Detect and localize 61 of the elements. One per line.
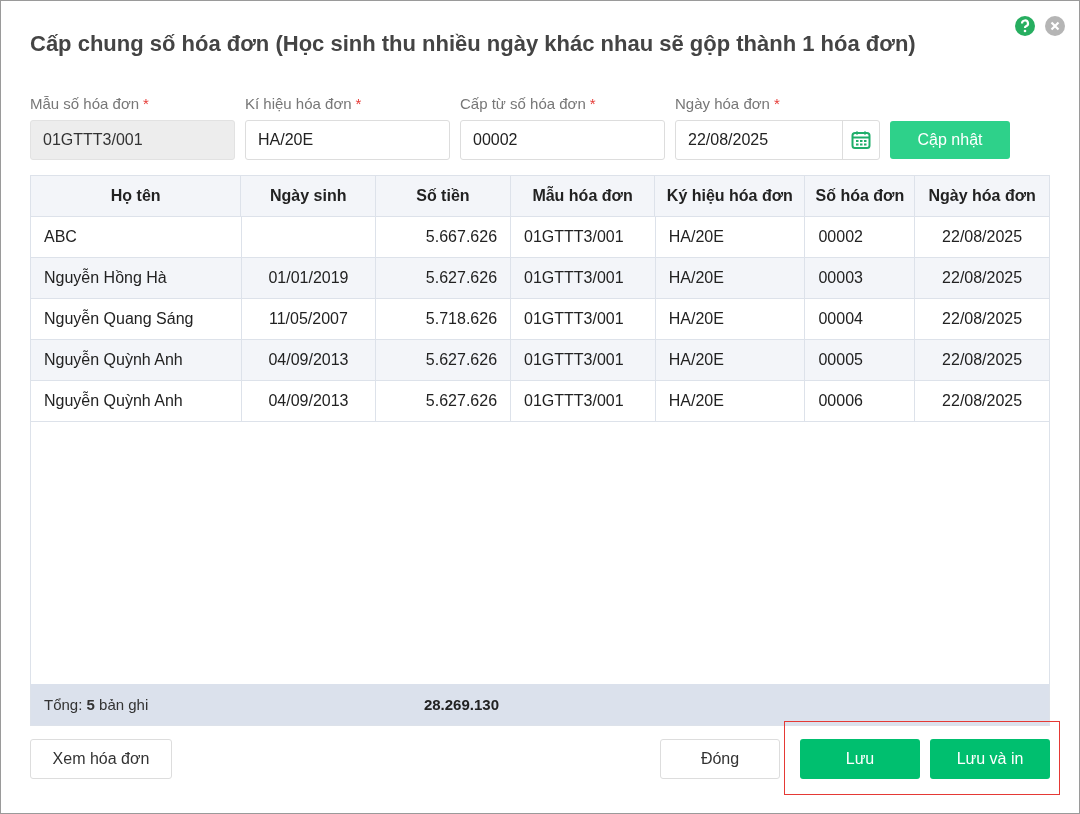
required-mark: * [355, 95, 362, 112]
table-cell: 00002 [805, 217, 916, 257]
table-cell: 01/01/2019 [241, 258, 377, 298]
table-cell-text: 22/08/2025 [941, 391, 1024, 411]
input-field[interactable]: HA/20E [245, 120, 450, 160]
table-cell: ABC [31, 217, 242, 257]
required-mark: * [143, 95, 149, 112]
table-cell: HA/20E [655, 340, 806, 380]
table-cell: 01GTTT3/001 [511, 299, 656, 339]
table-cell: 00005 [805, 340, 916, 380]
table-cell: Nguyễn Hồng Hà [31, 258, 242, 298]
table-cell: 01GTTT3/001 [511, 258, 656, 298]
table-cell: 01GTTT3/001 [511, 217, 656, 257]
table-cell: HA/20E [655, 299, 806, 339]
table-cell-text: 22/08/2025 [941, 309, 1024, 329]
table-cell-text: 22/08/2025 [941, 268, 1024, 288]
table-cell: 5.718.626 [376, 299, 512, 339]
table-cell: HA/20E [655, 381, 806, 421]
table-cell: 00006 [805, 381, 916, 421]
table-cell: 5.627.626 [376, 258, 512, 298]
table-cell: HA/20E [655, 217, 806, 257]
dialog-title: Cấp chung số hóa đơn (Học sinh thu nhiều ngày khác nhau sẽ gộp thành 1 hóa đơn) [30, 31, 917, 57]
column-header: Số hóa đơn [805, 176, 916, 216]
field-label: Kí hiệu hóa đơn [245, 95, 352, 112]
input-field[interactable]: 00002 [460, 120, 665, 160]
table-cell-text: 22/08/2025 [941, 350, 1024, 370]
table-cell: 5.627.626 [376, 381, 512, 421]
table-cell: Nguyễn Quang Sáng [31, 299, 242, 339]
table-cell: Nguyễn Quỳnh Anh [31, 340, 242, 380]
table-cell: 00004 [805, 299, 916, 339]
table-cell: 01GTTT3/001 [511, 340, 656, 380]
close-button[interactable]: Đóng [660, 739, 780, 779]
field-label: Cấp từ số hóa đơn [460, 95, 586, 112]
date-input[interactable]: 22/08/2025 [676, 122, 842, 158]
field-label: Ngày hóa đơn [675, 95, 770, 112]
table-cell: HA/20E [655, 258, 806, 298]
help-icon[interactable] [1015, 16, 1035, 36]
column-header: Số tiền [376, 176, 511, 216]
table-cell: 11/05/2007 [241, 299, 377, 339]
calendar-icon[interactable] [851, 130, 871, 150]
column-header: Họ tên [31, 176, 242, 216]
table-cell: 01GTTT3/001 [511, 381, 656, 421]
table-cell: 00003 [805, 258, 916, 298]
close-icon[interactable] [1045, 16, 1065, 36]
date-field[interactable]: 22/08/2025 [675, 120, 880, 160]
total-amount: 28.269.130 [422, 696, 500, 713]
column-header: Ngày hóa đơn [915, 176, 1049, 216]
column-header: Ký hiệu hóa đơn [655, 176, 806, 216]
record-count: Tổng: 5 bản ghi [43, 696, 150, 713]
required-mark: * [773, 95, 780, 112]
table-cell-text: 22/08/2025 [941, 227, 1024, 247]
field-label: Mẫu số hóa đơn [30, 95, 140, 112]
table-cell: 5.627.626 [376, 340, 512, 380]
column-header: Mẫu hóa đơn [510, 176, 656, 216]
column-header: Ngày sinh [241, 176, 377, 216]
required-mark: * [589, 95, 596, 112]
table-cell: 04/09/2013 [241, 340, 377, 380]
table-cell: 04/09/2013 [241, 381, 377, 421]
table-cell: 5.667.626 [376, 217, 512, 257]
view-invoice-button[interactable]: Xem hóa đơn [30, 739, 172, 779]
table-cell: Nguyễn Quỳnh Anh [31, 381, 242, 421]
